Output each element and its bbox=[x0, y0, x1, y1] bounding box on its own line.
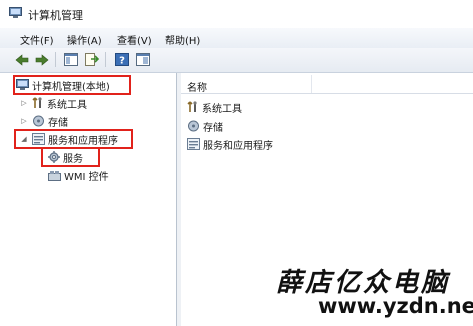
list-item-label: 存储 bbox=[203, 122, 223, 134]
tree-item-label: WMI 控件 bbox=[64, 171, 109, 183]
services-apps-icon bbox=[187, 138, 200, 150]
menu-bar: 文件(F) 操作(A) 查看(V) 帮助(H) bbox=[0, 28, 473, 49]
highlight-box bbox=[41, 147, 100, 167]
expand-toggle[interactable]: ▷ bbox=[20, 99, 28, 107]
storage-icon bbox=[188, 120, 199, 132]
properties-icon bbox=[135, 53, 150, 66]
menu-action[interactable]: 操作(A) bbox=[67, 32, 102, 47]
title-bar: 计算机管理 bbox=[0, 0, 473, 28]
window-title: 计算机管理 bbox=[28, 9, 83, 22]
tools-icon bbox=[32, 97, 42, 108]
expand-toggle[interactable]: ▷ bbox=[20, 117, 28, 125]
tree-item-label: 存储 bbox=[48, 117, 68, 129]
highlight-box bbox=[14, 129, 133, 149]
storage-icon bbox=[33, 115, 44, 127]
svg-text:?: ? bbox=[119, 56, 125, 67]
properties-button[interactable] bbox=[134, 51, 151, 68]
list-item-services-apps[interactable]: 服务和应用程序 bbox=[187, 136, 273, 152]
forward-button[interactable] bbox=[33, 51, 50, 68]
show-hide-tree-icon bbox=[63, 53, 78, 66]
column-divider[interactable] bbox=[311, 75, 312, 93]
back-arrow-icon bbox=[15, 53, 28, 66]
computer-management-icon bbox=[9, 7, 22, 18]
watermark-url: www.yzdn.net bbox=[318, 294, 473, 318]
list-item-label: 系统工具 bbox=[202, 103, 242, 115]
tree-item-system-tools[interactable]: 系统工具 bbox=[32, 95, 87, 111]
export-list-button[interactable] bbox=[83, 51, 100, 68]
list-item-storage[interactable]: 存储 bbox=[187, 118, 223, 134]
tools-icon bbox=[187, 101, 197, 112]
help-button[interactable]: ? bbox=[113, 51, 130, 68]
column-header-label: 名称 bbox=[187, 83, 207, 94]
list-item-label: 服务和应用程序 bbox=[203, 140, 273, 152]
toolbar-separator bbox=[55, 52, 56, 67]
toolbar: ? bbox=[0, 48, 473, 73]
tree-item-storage[interactable]: 存储 bbox=[32, 113, 68, 129]
console-tree-pane: 计算机管理(本地) ▷ 系统工具 ▷ 存储 ◢ 服务和应用程序 服务 WMI 控… bbox=[0, 73, 177, 326]
menu-file[interactable]: 文件(F) bbox=[20, 32, 54, 47]
menu-view[interactable]: 查看(V) bbox=[117, 32, 152, 47]
list-item-system-tools[interactable]: 系统工具 bbox=[187, 99, 242, 115]
forward-arrow-icon bbox=[35, 53, 48, 66]
tree-item-wmi-control[interactable]: WMI 控件 bbox=[48, 167, 109, 183]
toolbar-separator bbox=[105, 52, 106, 67]
highlight-box bbox=[13, 75, 131, 95]
export-list-icon bbox=[84, 53, 99, 66]
show-hide-tree-button[interactable] bbox=[62, 51, 79, 68]
help-icon: ? bbox=[114, 53, 129, 67]
column-header-name[interactable]: 名称 bbox=[181, 75, 473, 94]
menu-help[interactable]: 帮助(H) bbox=[165, 32, 200, 47]
back-button[interactable] bbox=[13, 51, 30, 68]
wmi-control-icon bbox=[48, 170, 61, 181]
tree-item-label: 系统工具 bbox=[47, 99, 87, 111]
